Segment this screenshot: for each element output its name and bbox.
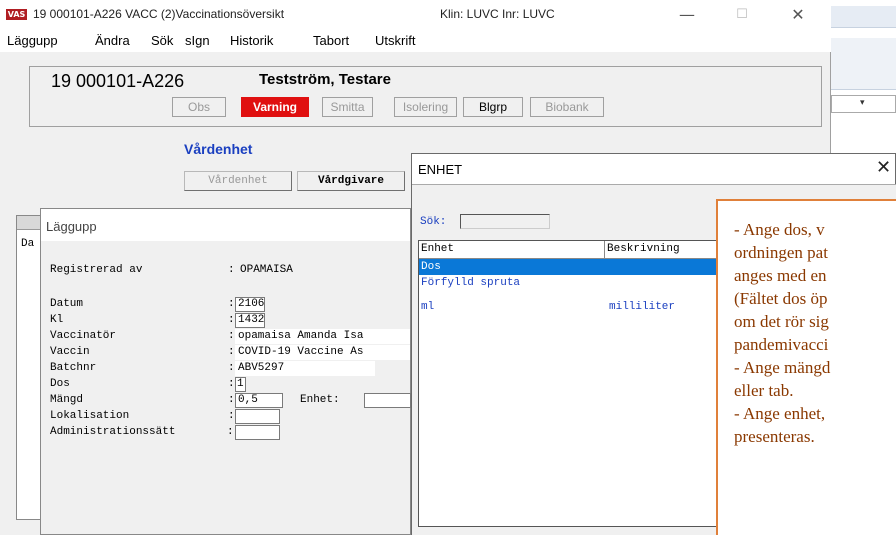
callout-line: om det rör sig [734,312,829,331]
callout-line: - Ange dos, v [734,220,825,239]
vardenhet-heading: Vårdenhet [184,141,253,157]
laggupp-title: Läggupp [46,219,97,234]
label-colon: : [228,410,235,422]
patient-header: 19 000101-A226 Testström, Testare Obs Va… [29,66,822,127]
menu-sok[interactable]: Sök [151,33,173,48]
label-vaccin: Vaccin [50,346,90,358]
table-cell-enhet[interactable]: Dos [419,261,441,273]
chevron-down-icon[interactable]: ▾ [860,98,865,108]
callout-line: ordningen pat [734,243,828,262]
minimize-icon[interactable]: — [677,5,697,25]
enhet-field[interactable] [364,393,411,408]
label-colon: : [228,314,235,326]
kl-field[interactable]: 1432 [235,313,265,328]
label-vaccinator: Vaccinatör [50,330,117,342]
callout-line: - Ange mängd [734,358,831,377]
flag-smitta[interactable]: Smitta [322,97,373,117]
callout-line: (Fältet dos öp [734,289,828,308]
vardenhet-button[interactable]: Vårdenhet [184,171,292,191]
table-cell-enhet[interactable]: Förfylld spruta [419,277,520,289]
label-colon: : [227,426,234,438]
vaccinator-field[interactable]: opamaisa Amanda Isa [235,329,410,344]
label-colon: : [228,346,235,358]
maximize-icon[interactable]: ☐ [732,5,752,25]
menu-tabort[interactable]: Tabort [313,33,349,48]
label-enhet: Enhet: [300,394,340,406]
list-header-fragment: Da [21,238,35,250]
label-colon: : [228,362,235,374]
label-dos: Dos [50,378,70,390]
background-combobox[interactable]: ▾ [831,95,896,113]
label-colon: : [228,264,235,276]
klin-inr-label: Klin: LUVC Inr: LUVC [440,7,555,21]
table-row-selected[interactable] [419,259,737,275]
vardgivare-button[interactable]: Vårdgivare [297,171,405,191]
patient-id: 19 000101-A226 [51,71,185,91]
flag-blgrp[interactable]: Blgrp [463,97,523,117]
label-lokalisation: Lokalisation [50,410,130,422]
search-input[interactable] [460,214,550,229]
background-toolbar [831,6,896,28]
column-header-enhet[interactable]: Enhet [419,241,605,259]
label-batchnr: Batchnr [50,362,97,374]
table-cell-beskrivning[interactable]: milliliter [607,301,675,313]
enhet-table: Enhet Beskrivning Dos Förfylld spruta ml… [418,240,738,527]
laggupp-dialog: Läggupp Registrerad av : OPAMAISA Datum … [40,208,411,535]
close-icon[interactable]: ✕ [876,157,891,178]
menu-historik[interactable]: Historik [230,33,273,48]
label-colon: : [228,378,235,390]
patient-name: Testström, Testare [259,71,391,88]
window-title: 19 000101-A226 VACC (2)Vaccinationsövers… [33,7,285,21]
menu-laggupp[interactable]: Läggupp [7,33,58,48]
callout-line: pandemivacci [734,335,829,354]
app-logo-icon: VAS [6,9,27,20]
datum-field[interactable]: 210604 [235,297,265,312]
menu-sign[interactable]: sIgn [185,33,210,48]
mangd-field[interactable]: 0,5 [235,393,283,408]
label-colon: : [228,298,235,310]
callout-line: presenteras. [734,427,815,446]
label-administrationssatt: Administrationssätt [50,426,176,438]
instruction-callout: - Ange dos, v ordningen pat anges med en… [716,199,896,535]
callout-text: - Ange dos, v ordningen pat anges med en… [734,218,896,448]
flag-biobank[interactable]: Biobank [530,97,604,117]
laggupp-title-bar[interactable]: Läggupp [41,209,410,241]
label-registrerad-av: Registrerad av [50,264,143,276]
label-colon: : [228,394,235,406]
callout-line: - Ange enhet, [734,404,826,423]
flag-isolering[interactable]: Isolering [394,97,457,117]
menu-andra[interactable]: Ändra [95,33,130,48]
dos-field[interactable]: 1 [235,377,246,392]
callout-line: eller tab. [734,381,794,400]
flag-obs[interactable]: Obs [172,97,226,117]
table-cell-enhet[interactable]: ml [419,301,434,313]
administrationssatt-field[interactable] [235,425,280,440]
flag-varning[interactable]: Varning [241,97,309,117]
search-label: Sök: [420,216,447,228]
enhet-title: ENHET [418,162,463,177]
close-icon[interactable]: ✕ [788,5,808,25]
vaccin-field[interactable]: COVID-19 Vaccine As [235,345,410,360]
menu-bar: Läggupp Ändra Sök sIgn Historik Tabort U… [0,30,831,52]
label-mangd: Mängd [50,394,84,406]
registrerad-av-value: OPAMAISA [240,264,293,276]
menu-utskrift[interactable]: Utskrift [375,33,415,48]
label-colon: : [228,330,235,342]
background-ribbon [831,38,896,90]
label-datum: Datum [50,298,84,310]
callout-line: anges med en [734,266,827,285]
title-bar[interactable]: VAS 19 000101-A226 VACC (2)Vaccinationsö… [0,0,831,30]
label-kl: Kl [50,314,64,326]
batchnr-field[interactable]: ABV5297 [235,361,375,376]
lokalisation-field[interactable] [235,409,280,424]
